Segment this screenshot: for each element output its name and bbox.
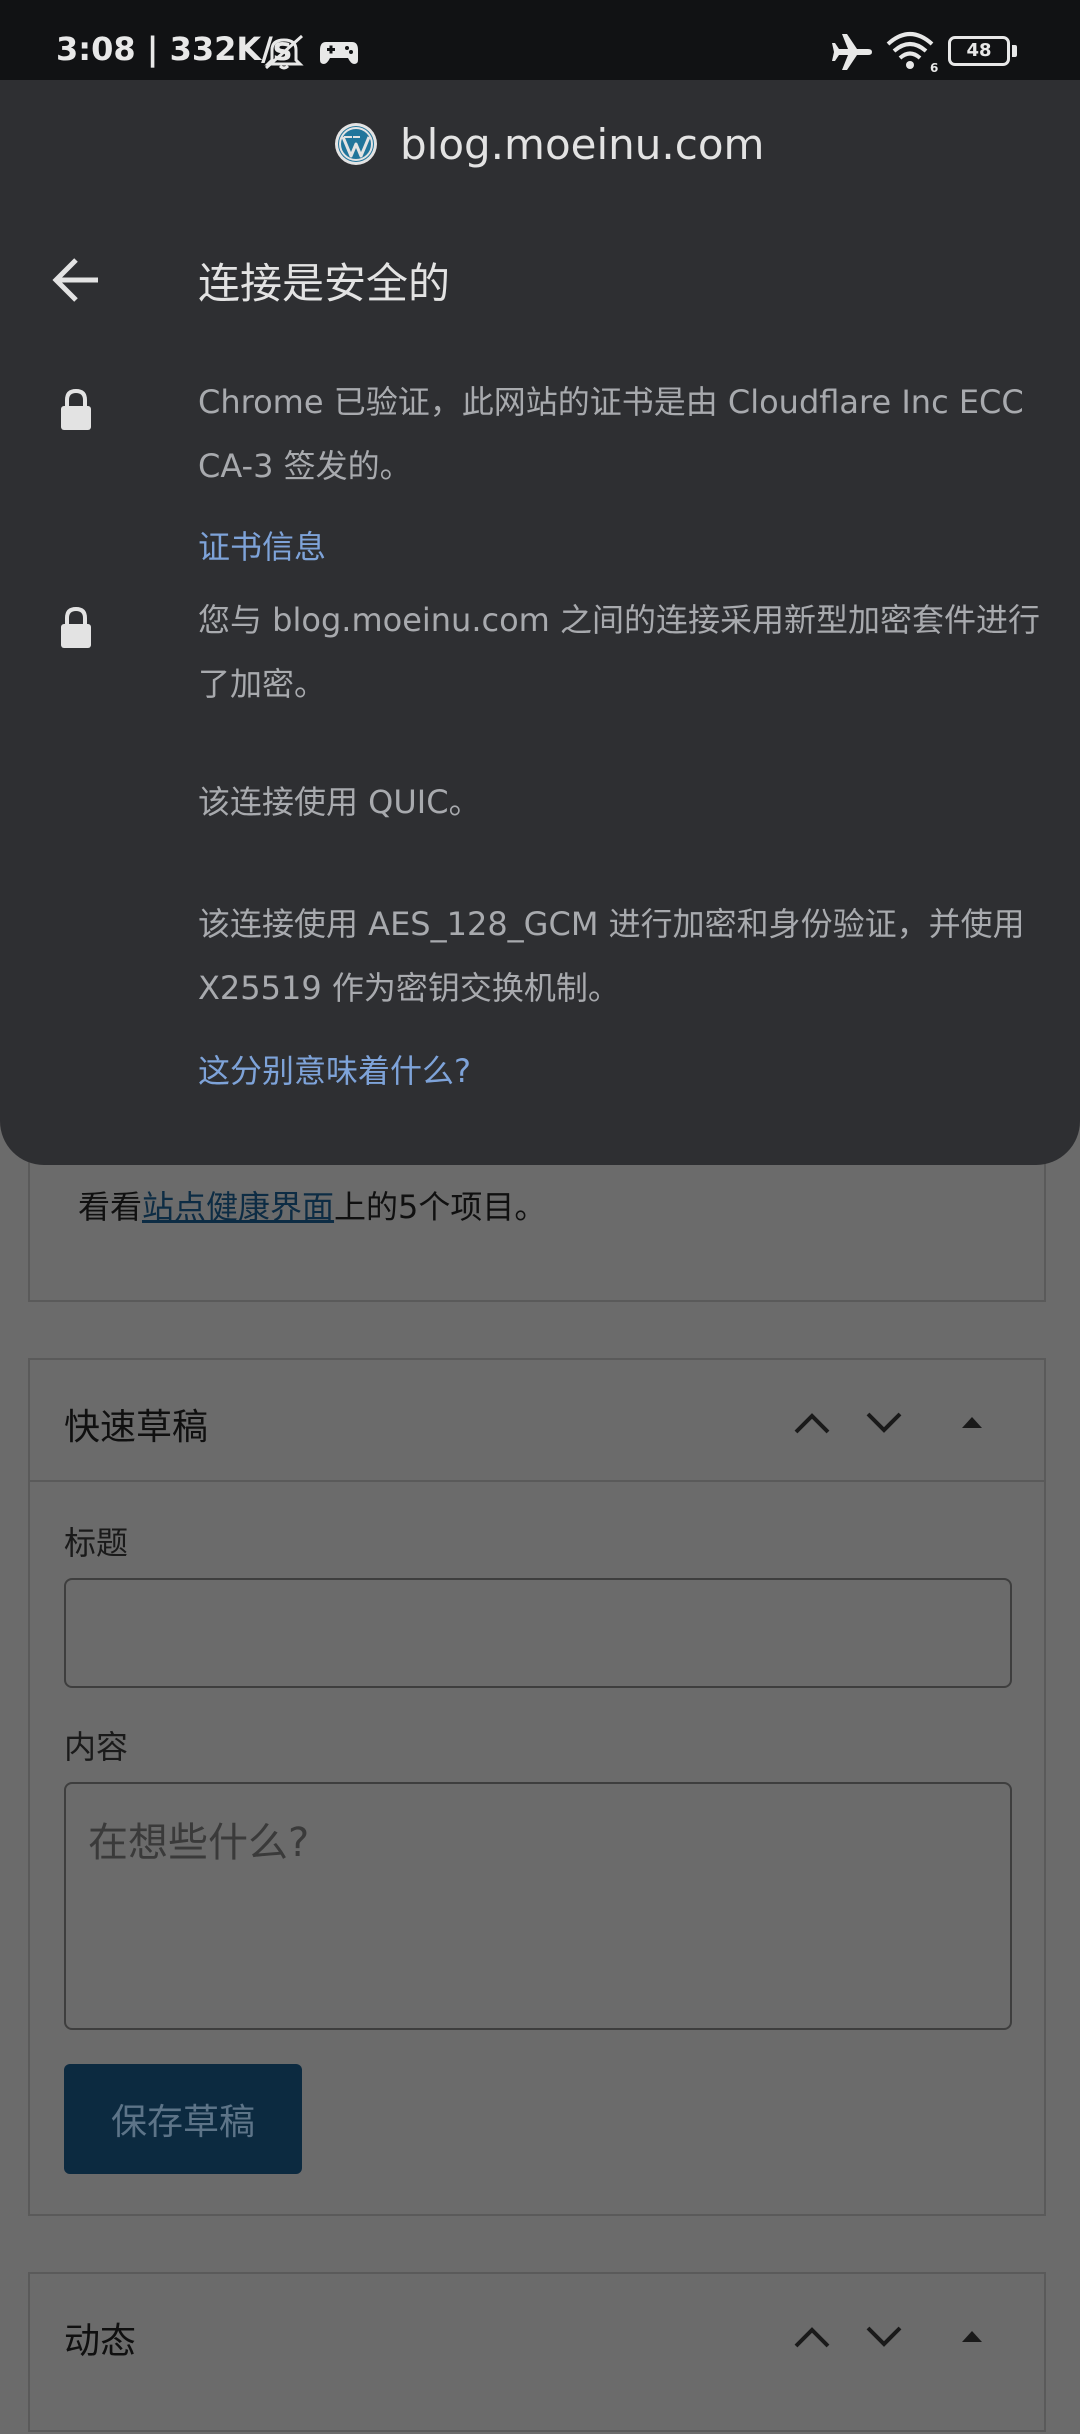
move-down-button[interactable] — [862, 1400, 906, 1444]
certificate-description: Chrome 已验证，此网站的证书是由 Cloudflare Inc ECC C… — [198, 383, 1024, 485]
quick-draft-card: 快速草稿 标题 内容 在想些什么? 保存草稿 — [28, 1358, 1046, 2216]
activity-card: 动态 — [28, 2272, 1046, 2432]
wifi-icon: 6 — [886, 32, 938, 74]
toggle-panel-button[interactable] — [950, 1400, 994, 1444]
quick-draft-title: 快速草稿 — [64, 1407, 209, 1448]
wordpress-logo-icon — [335, 123, 377, 165]
status-time-speed: 3:08 | 332K/s — [56, 30, 292, 68]
chevron-down-icon — [866, 2326, 902, 2347]
quick-draft-controls — [790, 1400, 1010, 1444]
protocol-description: 该连接使用 QUIC。 — [198, 783, 481, 821]
activity-toggle-panel-button[interactable] — [950, 2314, 994, 2358]
notifications-off-icon — [264, 34, 304, 70]
triangle-up-icon — [962, 1417, 982, 1428]
draft-content-input[interactable]: 在想些什么? — [64, 1782, 1012, 2030]
site-health-link[interactable]: 站点健康界面 — [142, 1188, 334, 1226]
battery-level: 48 — [966, 40, 992, 61]
what-does-this-mean-link[interactable]: 这分别意味着什么? — [198, 1046, 471, 1092]
game-controller-icon — [320, 42, 358, 64]
activity-title: 动态 — [64, 2321, 137, 2362]
move-up-button[interactable] — [790, 1400, 834, 1444]
activity-move-up-button[interactable] — [790, 2314, 834, 2358]
battery-icon: 48 — [948, 36, 1010, 66]
chevron-up-icon — [794, 2327, 830, 2348]
chevron-up-icon — [794, 1413, 830, 1434]
arrow-back-icon — [52, 258, 98, 302]
page-info-popup: blog.moeinu.com 连接是安全的 Chrome 已验证，此网站的证书… — [0, 80, 1080, 1165]
draft-content-placeholder: 在想些什么? — [88, 1820, 310, 1866]
chevron-down-icon — [866, 1412, 902, 1433]
battery-cap — [1012, 45, 1017, 57]
connection-secure-title: 连接是安全的 — [198, 259, 451, 308]
certificate-info-link[interactable]: 证书信息 — [198, 522, 326, 568]
status-bar: 3:08 | 332K/s 6 48 — [0, 0, 1080, 80]
activity-header: 动态 — [30, 2274, 1044, 2434]
lock-icon — [61, 606, 91, 648]
activity-controls — [790, 2314, 1010, 2358]
lock-icon — [61, 388, 91, 430]
triangle-up-icon — [962, 2331, 982, 2342]
popup-header: blog.moeinu.com — [0, 80, 1080, 190]
back-button[interactable] — [48, 250, 108, 310]
cipher-description: 该连接使用 AES_128_GCM 进行加密和身份验证，并使用 X25519 作… — [198, 905, 1025, 1007]
activity-move-down-button[interactable] — [862, 2314, 906, 2358]
quick-draft-header: 快速草稿 — [30, 1360, 1044, 1482]
site-url: blog.moeinu.com — [400, 120, 765, 169]
svg-text:6: 6 — [930, 61, 938, 74]
encryption-description: 您与 blog.moeinu.com 之间的连接采用新型加密套件进行了加密。 — [198, 601, 1041, 703]
site-health-message: 看看站点健康界面上的5个项目。 — [78, 1182, 546, 1228]
save-draft-button[interactable]: 保存草稿 — [64, 2064, 302, 2174]
draft-content-label: 内容 — [64, 1728, 129, 1766]
draft-title-label: 标题 — [64, 1524, 129, 1562]
draft-title-input[interactable] — [64, 1578, 1012, 1688]
site-health-prefix: 看看 — [78, 1188, 143, 1226]
site-health-suffix: 上的5个项目。 — [334, 1188, 547, 1226]
airplane-mode-icon — [832, 34, 872, 70]
